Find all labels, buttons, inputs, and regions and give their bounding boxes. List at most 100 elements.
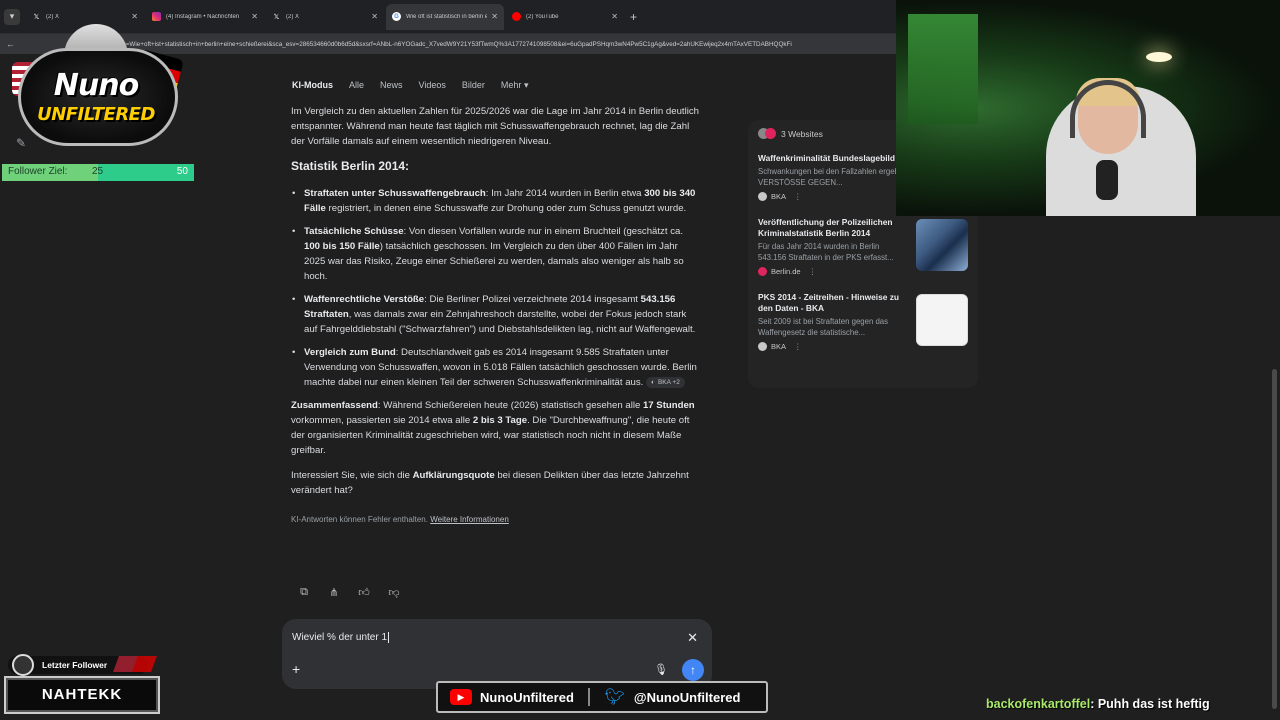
follow-up-input[interactable]: Wieviel % der unter 1 bbox=[292, 632, 389, 643]
background-window bbox=[908, 14, 978, 124]
source-text: PKS 2014 - Zeitreihen - Hinweise zu den … bbox=[758, 292, 908, 351]
last-follower-label: Letzter Follower bbox=[42, 660, 108, 670]
follower-current: 25 bbox=[92, 166, 104, 177]
source-title: PKS 2014 - Zeitreihen - Hinweise zu den … bbox=[758, 292, 900, 313]
tab-mehr[interactable]: Mehr ▾ bbox=[501, 80, 529, 91]
tab-title: (2) YouTube bbox=[526, 13, 559, 20]
answer-actions: ⧉ ⋔ 👍︎ 👎︎ bbox=[298, 586, 400, 599]
url-field[interactable]: earch?q=Wie+oft+ist+statistisch+in+berli… bbox=[103, 41, 923, 48]
bka-icon: ◐ bbox=[651, 378, 655, 386]
bullet-text: : Die Berliner Polizei verzeichnete 2014… bbox=[424, 294, 641, 305]
disclaimer-text: KI-Antworten können Fehler enthalten. bbox=[291, 515, 428, 524]
tab-mehr-label: Mehr bbox=[500, 80, 522, 90]
chat-username: backofenkartoffel bbox=[986, 697, 1091, 711]
source-site: Berlin.de ⋮ bbox=[758, 267, 908, 276]
twitter-handle: @NunoUnfiltered bbox=[633, 689, 741, 705]
youtube-handle: NunoUnfiltered bbox=[480, 689, 574, 705]
social-handles-banner: ▶ NunoUnfiltered 🐦︎ @NunoUnfiltered bbox=[436, 681, 768, 713]
tab-bilder[interactable]: Bilder bbox=[462, 80, 485, 91]
microphone-icon[interactable]: 🎙︎ bbox=[654, 663, 668, 676]
scrollbar[interactable] bbox=[1272, 369, 1277, 709]
follow-up-input-box: Wieviel % der unter 1 ✕ + 🎙︎ ↑ bbox=[282, 619, 712, 689]
flag-ribbon-icon bbox=[113, 656, 157, 672]
source-card[interactable]: Veröffentlichung der Polizeilichen Krimi… bbox=[758, 217, 968, 276]
answer-summary: Zusammenfassend: Während Schießereien he… bbox=[291, 398, 701, 458]
more-options-icon[interactable]: ⋮ bbox=[794, 192, 802, 201]
logo-text: Nuno bbox=[53, 68, 139, 103]
answer-list: Straftaten unter Schusswaffengebrauch: I… bbox=[291, 186, 701, 390]
more-options-icon[interactable]: ⋮ bbox=[794, 342, 802, 351]
google-icon: G bbox=[392, 12, 401, 21]
tab-news[interactable]: News bbox=[380, 80, 403, 91]
tab-alle[interactable]: Alle bbox=[349, 80, 364, 91]
bullet-bold: Vergleich zum Bund bbox=[304, 347, 396, 358]
ceiling-lamp bbox=[1146, 52, 1172, 62]
logo-subtext: UNFILTERED bbox=[37, 104, 155, 125]
send-button[interactable]: ↑ bbox=[682, 659, 704, 681]
browser-tab-active[interactable]: G Wie oft ist statistisch in berlin e ✕ bbox=[386, 3, 504, 30]
bullet-text: registriert, in denen eine Schusswaffe z… bbox=[325, 203, 687, 214]
site-favicon-icon bbox=[758, 267, 767, 276]
list-item: Tatsächliche Schüsse: Von diesen Vorfäll… bbox=[291, 224, 701, 284]
microphone-arm bbox=[1096, 160, 1118, 200]
more-info-link[interactable]: Weitere Informationen bbox=[430, 515, 509, 524]
x-icon: 𝕏 bbox=[273, 13, 280, 21]
answer-followup-question: Interessiert Sie, wie sich die Aufklärun… bbox=[291, 468, 701, 498]
x-icon: 𝕏 bbox=[33, 13, 40, 21]
site-favicon-icon bbox=[758, 342, 767, 351]
bullet-bold: 100 bis 150 Fälle bbox=[304, 241, 380, 252]
summary-bold: 17 Stunden bbox=[642, 400, 695, 411]
thumbs-down-icon[interactable]: 👎︎ bbox=[388, 586, 400, 599]
share-icon[interactable]: ⋔ bbox=[328, 586, 340, 599]
search-tabs: KI-Modus Alle News Videos Bilder Mehr ▾ bbox=[292, 80, 528, 91]
answer-intro: Im Vergleich zu den aktuellen Zahlen für… bbox=[291, 106, 699, 147]
divider bbox=[587, 688, 590, 706]
follower-goal-target: 50 bbox=[176, 166, 188, 177]
site-name: BKA bbox=[771, 192, 787, 201]
source-thumbnail bbox=[916, 294, 968, 346]
browser-tab[interactable]: (2) YouTube ✕ bbox=[506, 4, 624, 30]
chip-label: BKA +2 bbox=[657, 378, 680, 386]
new-tab-icon[interactable]: + bbox=[630, 10, 637, 24]
last-follower-name: NAHTEKK bbox=[4, 676, 160, 714]
source-chip[interactable]: ◐ BKA +2 bbox=[646, 376, 685, 388]
tab-ki-modus[interactable]: KI-Modus bbox=[292, 80, 333, 91]
tab-search-button[interactable]: ▾ bbox=[4, 8, 20, 25]
disclaimer: KI-Antworten können Fehler enthalten. We… bbox=[291, 512, 701, 527]
close-icon[interactable]: ✕ bbox=[611, 12, 618, 21]
summary-bold: Zusammenfassend bbox=[291, 400, 378, 411]
follower-goal-label: Follower Ziel: bbox=[8, 166, 68, 177]
list-item: Straftaten unter Schusswaffengebrauch: I… bbox=[291, 186, 701, 216]
source-snippet: Für das Jahr 2014 wurden in Berlin 543.1… bbox=[758, 242, 894, 262]
chat-text: : Puhh das ist heftig bbox=[1090, 697, 1210, 711]
summary-text: : Während Schießereien heute (2026) stat… bbox=[377, 400, 643, 411]
close-icon[interactable]: ✕ bbox=[131, 12, 138, 21]
more-options-icon[interactable]: ⋮ bbox=[809, 267, 817, 276]
source-snippet: Seit 2009 ist bei Straftaten gegen das W… bbox=[758, 317, 889, 337]
source-card[interactable]: PKS 2014 - Zeitreihen - Hinweise zu den … bbox=[758, 292, 968, 351]
add-icon[interactable]: + bbox=[292, 661, 300, 677]
close-icon[interactable]: ✕ bbox=[251, 12, 258, 21]
twitter-icon: 🐦︎ bbox=[604, 689, 626, 706]
close-icon[interactable]: ✕ bbox=[371, 12, 378, 21]
source-thumbnail bbox=[916, 219, 968, 271]
tab-videos[interactable]: Videos bbox=[419, 80, 446, 91]
summary-bold: 2 bis 3 Tage bbox=[472, 415, 528, 426]
webcam-feed bbox=[896, 0, 1280, 216]
source-title: Veröffentlichung der Polizeilichen Krimi… bbox=[758, 217, 893, 238]
close-icon[interactable]: ✕ bbox=[491, 12, 498, 21]
channel-logo: Nuno UNFILTERED bbox=[12, 24, 184, 148]
bullet-bold: Waffenrechtliche Verstöße bbox=[304, 294, 425, 305]
close-icon[interactable]: ✕ bbox=[687, 630, 698, 646]
question-bold: Aufklärungsquote bbox=[412, 470, 495, 481]
summary-text: vorkommen, passierten sie 2014 etwa alle bbox=[291, 415, 473, 426]
tab-title: (4) Instagram • Nachrichten bbox=[166, 13, 240, 20]
browser-tab[interactable]: 𝕏 (2) X ✕ bbox=[266, 4, 384, 30]
source-logos-icon bbox=[758, 128, 776, 139]
thumbs-up-icon[interactable]: 👍︎ bbox=[358, 586, 370, 599]
bullet-text: : Von diesen Vorfällen wurde nur in eine… bbox=[403, 226, 683, 237]
follower-goal-bar: Follower Ziel: 25 50 bbox=[2, 164, 194, 181]
site-name: BKA bbox=[771, 342, 787, 351]
copy-icon[interactable]: ⧉ bbox=[298, 586, 310, 599]
list-item: Waffenrechtliche Verstöße: Die Berliner … bbox=[291, 292, 701, 337]
